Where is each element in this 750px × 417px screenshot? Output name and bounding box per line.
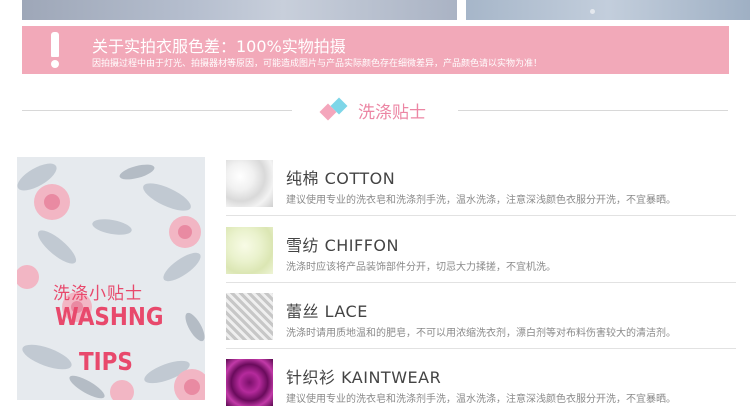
knitwear-fabric-thumbnail — [226, 359, 273, 406]
product-photo-left — [22, 0, 457, 20]
banner-subtitle: 因拍摄过程中由于灯光、拍摄器材等原因，可能造成图片与产品实际颜色存在细微差异，产… — [92, 59, 543, 69]
chiffon-fabric-thumbnail — [226, 227, 273, 274]
divider-left — [22, 110, 292, 111]
care-item-chiffon: 雪纺 CHIFFON 洗涤时应该将产品装饰部件分开，切忌大力揉搓，不宜机洗。 — [226, 225, 736, 285]
care-item-title: 雪纺 CHIFFON — [286, 236, 399, 255]
banner-title: 关于实拍衣服色差：100%实物拍摄 — [92, 37, 346, 56]
care-item-desc: 建议使用专业的洗衣皂和洗涤剂手洗，温水洗涤，注意深浅颜色衣服分开洗，不宜暴晒。 — [286, 394, 676, 405]
top-product-photos — [0, 0, 750, 20]
lace-fabric-thumbnail — [226, 293, 273, 340]
care-item-lace: 蕾丝 LACE 洗涤时请用质地温和的肥皂，不可以用浓缩洗衣剂，漂白剂等对布料伤害… — [226, 291, 736, 351]
care-item-desc: 洗涤时请用质地温和的肥皂，不可以用浓缩洗衣剂，漂白剂等对布料伤害较大的清洁剂。 — [286, 328, 676, 339]
color-notice-banner: 关于实拍衣服色差：100%实物拍摄 因拍摄过程中由于灯光、拍摄器材等原因，可能造… — [22, 26, 729, 74]
care-item-desc: 洗涤时应该将产品装饰部件分开，切忌大力揉搓，不宜机洗。 — [286, 262, 556, 273]
care-item-cotton: 纯棉 COTTON 建议使用专业的洗衣皂和洗涤剂手洗，温水洗涤，注意深浅颜色衣服… — [226, 158, 736, 218]
section-title: 洗涤贴士 — [358, 103, 426, 123]
item-divider — [226, 215, 736, 216]
product-photo-right — [466, 0, 750, 20]
care-item-title: 针织衫 KAINTWEAR — [286, 368, 442, 387]
care-item-title: 纯棉 COTTON — [286, 169, 396, 188]
diamond-icon — [318, 97, 352, 121]
cotton-fabric-thumbnail — [226, 160, 273, 207]
tips-title-cn: 洗涤小贴士 — [53, 284, 143, 304]
tips-title-en-2: TIPS — [79, 347, 133, 376]
care-item-desc: 建议使用专业的洗衣皂和洗涤剂手洗，温水洗涤，注意深浅颜色衣服分开洗，不宜暴晒。 — [286, 195, 676, 206]
tips-title-en-1: WASHNG — [55, 302, 164, 331]
item-divider — [226, 282, 736, 283]
item-divider — [226, 348, 736, 349]
section-header: 洗涤贴士 — [0, 96, 750, 126]
washing-tips-panel: 洗涤小贴士 WASHNG TIPS — [17, 157, 205, 400]
shirt-button-detail — [590, 9, 595, 14]
divider-right — [458, 110, 728, 111]
exclamation-icon — [48, 32, 62, 68]
care-item-knitwear: 针织衫 KAINTWEAR 建议使用专业的洗衣皂和洗涤剂手洗，温水洗涤，注意深浅… — [226, 357, 736, 417]
care-item-title: 蕾丝 LACE — [286, 302, 368, 321]
